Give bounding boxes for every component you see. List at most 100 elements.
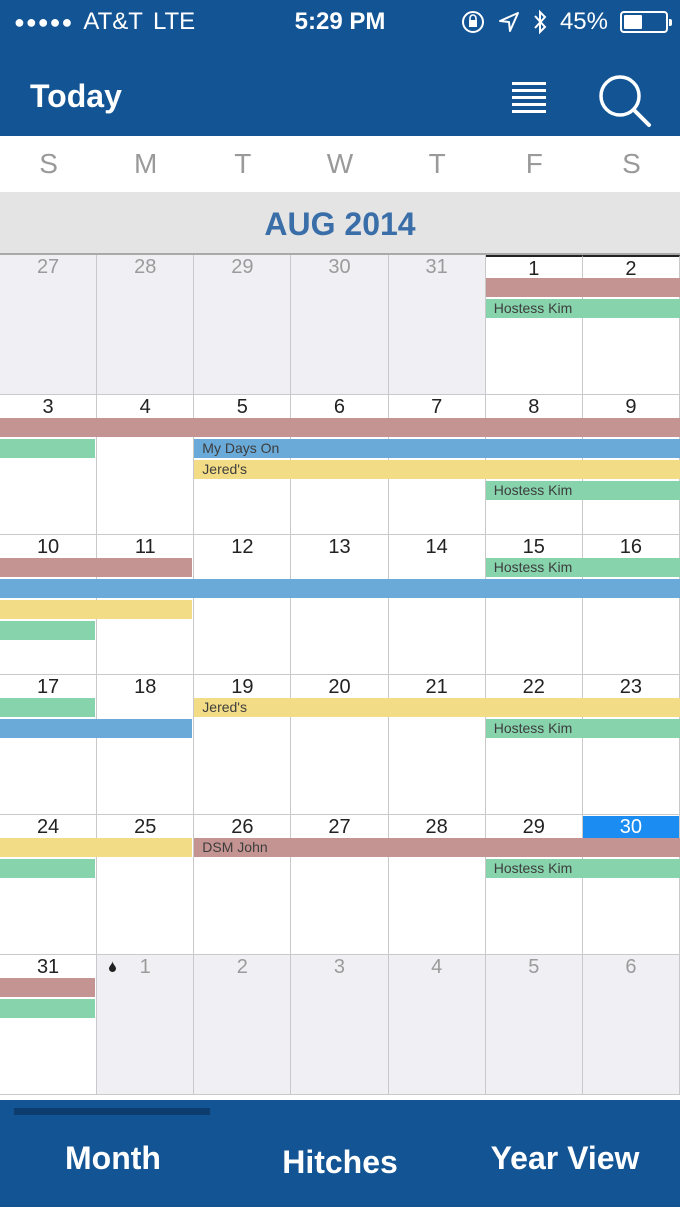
week-row: 17 18 19 20 21 22 23 Jered's Hostess Kim <box>0 675 680 815</box>
tab-year-view[interactable]: Year View <box>480 1140 650 1177</box>
day-cell[interactable]: 1 <box>97 955 195 1095</box>
day-cell[interactable]: 4 <box>97 395 195 535</box>
selected-day-number: 30 <box>582 816 679 838</box>
event-bar[interactable]: Hostess Kim <box>485 299 680 318</box>
event-bar[interactable] <box>0 999 96 1018</box>
day-number: 12 <box>231 536 254 558</box>
day-number: 31 <box>425 256 448 278</box>
day-cell[interactable]: 19 <box>194 675 292 815</box>
week-row: 31 1 2 3 4 5 6 <box>0 955 680 1095</box>
search-icon[interactable] <box>596 72 652 128</box>
day-cell[interactable]: 29 <box>485 815 583 955</box>
day-cell[interactable]: 3 <box>291 955 389 1095</box>
event-bar[interactable] <box>0 558 193 577</box>
day-cell[interactable]: 25 <box>97 815 195 955</box>
event-bar[interactable] <box>0 439 96 458</box>
event-bar[interactable]: Hostess Kim <box>485 859 680 878</box>
day-number: 4 <box>139 396 151 418</box>
day-number: 26 <box>231 816 254 838</box>
day-cell[interactable]: 29 <box>194 255 292 395</box>
day-cell[interactable]: 1 <box>485 255 583 395</box>
day-cell[interactable]: 31 <box>0 955 98 1095</box>
day-cell[interactable]: 24 <box>0 815 98 955</box>
day-number: 1 <box>528 258 540 280</box>
battery-fill <box>624 15 642 29</box>
week-row: 10 11 12 13 14 15 16 Hostess Kim <box>0 535 680 675</box>
day-number: 2 <box>625 258 637 280</box>
list-icon[interactable] <box>508 80 554 116</box>
day-cell[interactable]: 31 <box>388 255 486 395</box>
day-cell[interactable]: 20 <box>291 675 389 815</box>
day-cell[interactable]: 2 <box>582 255 680 395</box>
day-cell[interactable]: 3 <box>0 395 98 535</box>
calendar-grid: 27 28 29 30 31 1 2 Hostess Kim 3 4 5 6 7 8 9 My Days On… <box>0 255 680 1096</box>
event-bar[interactable]: Jered's <box>194 460 680 479</box>
day-number: 5 <box>528 956 540 978</box>
day-cell[interactable]: 6 <box>582 955 680 1095</box>
day-number: 6 <box>333 396 346 418</box>
day-number: 23 <box>619 676 643 698</box>
weekday-label: M <box>134 148 158 179</box>
day-cell[interactable]: 26 <box>194 815 292 955</box>
location-arrow-icon <box>498 12 519 32</box>
event-bar[interactable] <box>0 418 680 437</box>
day-number: 8 <box>528 396 540 418</box>
day-cell[interactable]: 27 <box>0 255 98 395</box>
rotation-lock-icon <box>461 11 484 33</box>
event-bar[interactable]: Hostess Kim <box>485 558 680 577</box>
tab-selection-indicator <box>14 1108 210 1115</box>
weekday-label: F <box>525 148 543 179</box>
day-number: 3 <box>333 956 346 978</box>
day-number: 22 <box>522 676 545 698</box>
event-bar[interactable]: Hostess Kim <box>485 481 680 500</box>
status-bar: ●●●●● AT&T LTE 5:29 PM 45% <box>0 0 680 44</box>
today-button[interactable]: Today <box>30 78 122 115</box>
day-number: 31 <box>36 956 60 978</box>
day-number: 24 <box>36 816 60 838</box>
day-number: 14 <box>425 536 448 558</box>
day-cell[interactable]: 4 <box>388 955 486 1095</box>
day-cell[interactable]: 16 <box>582 535 680 675</box>
day-cell[interactable]: 18 <box>97 675 195 815</box>
day-cell[interactable]: 5 <box>485 955 583 1095</box>
day-cell[interactable]: 13 <box>291 535 389 675</box>
weekday-label: T <box>234 148 252 179</box>
day-number: 5 <box>236 396 248 418</box>
day-number: 18 <box>134 676 157 698</box>
event-bar[interactable]: My Days On <box>194 439 680 458</box>
event-bar[interactable] <box>0 719 193 738</box>
event-bar[interactable] <box>0 698 96 717</box>
day-cell[interactable]: 28 <box>97 255 195 395</box>
day-cell[interactable]: 30 <box>291 255 389 395</box>
drop-icon <box>109 961 117 972</box>
day-number: 20 <box>328 676 351 698</box>
day-cell[interactable]: 27 <box>291 815 389 955</box>
day-cell[interactable]: 28 <box>388 815 486 955</box>
event-bar[interactable]: DSM John <box>194 838 680 857</box>
event-bar[interactable] <box>485 278 680 297</box>
event-bar[interactable] <box>0 600 193 619</box>
day-cell[interactable]: 17 <box>0 675 98 815</box>
event-bar[interactable] <box>0 621 96 640</box>
day-cell[interactable]: 21 <box>388 675 486 815</box>
day-cell[interactable]: 22 <box>485 675 583 815</box>
day-cell[interactable]: 2 <box>194 955 292 1095</box>
day-cell[interactable]: 15 <box>485 535 583 675</box>
weekday-header: SMTWTFS <box>0 136 680 192</box>
event-bar[interactable]: Jered's <box>194 698 680 717</box>
day-cell[interactable]: 12 <box>194 535 292 675</box>
event-bar[interactable] <box>0 978 96 997</box>
event-bar[interactable]: Hostess Kim <box>485 719 680 738</box>
tab-hitches[interactable]: Hitches <box>255 1144 425 1181</box>
day-cell[interactable]: 23 <box>582 675 680 815</box>
day-cell[interactable]: 30 <box>582 815 680 955</box>
battery-percent: 45% <box>559 8 608 35</box>
event-bar[interactable] <box>0 859 96 878</box>
event-bar[interactable] <box>0 838 193 857</box>
tab-month[interactable]: Month <box>30 1140 196 1177</box>
day-cell[interactable]: 14 <box>388 535 486 675</box>
day-number: 27 <box>36 256 60 278</box>
event-bar[interactable] <box>0 579 680 598</box>
day-number: 30 <box>328 256 351 278</box>
day-number: 11 <box>134 536 156 558</box>
